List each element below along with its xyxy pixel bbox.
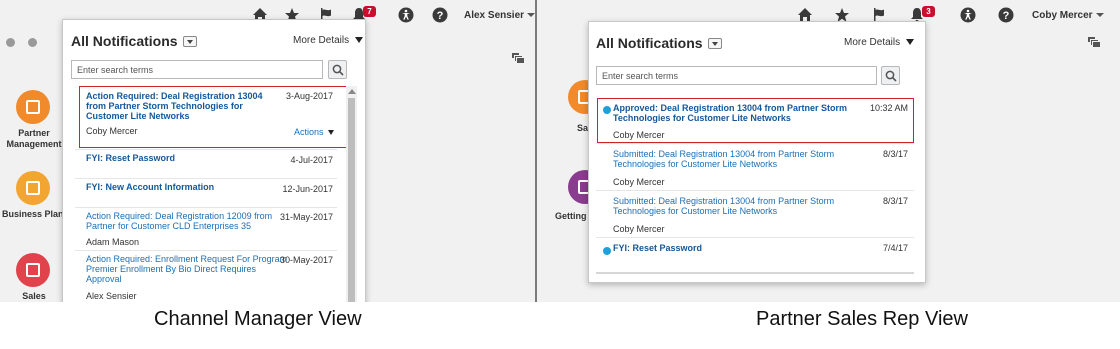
notification-title[interactable]: Action Required: Deal Registration 12009… [86, 211, 276, 231]
search-input[interactable] [596, 66, 877, 85]
caption-partner-sales-rep: Partner Sales Rep View [756, 308, 968, 330]
notification-sender: Coby Mercer [613, 177, 665, 187]
scroll-up-icon[interactable] [348, 89, 356, 94]
app-business-plans-icon[interactable] [16, 171, 50, 205]
accessibility-icon[interactable] [960, 7, 976, 23]
scroll-thumb[interactable] [348, 98, 355, 302]
tiles-icon[interactable] [1087, 36, 1101, 48]
user-menu[interactable]: Coby Mercer [1032, 10, 1104, 21]
more-details-menu[interactable]: More Details [293, 35, 364, 46]
notification-count-badge: 7 [363, 6, 376, 17]
notification-count-badge: 3 [922, 6, 935, 17]
unread-indicator [603, 247, 611, 255]
app-sales-label[interactable]: Sa [577, 123, 588, 134]
svg-text:?: ? [1003, 10, 1010, 22]
search-button[interactable] [881, 66, 900, 85]
search-icon [885, 70, 897, 82]
notification-title[interactable]: FYI: New Account Information [86, 182, 266, 192]
app-partner-management-label[interactable]: Partner Management [4, 128, 64, 150]
scrollbar[interactable] [346, 86, 357, 302]
chevron-down-icon [355, 37, 364, 44]
svg-text:?: ? [437, 10, 444, 22]
notification-sender: Adam Mason [86, 237, 140, 247]
app-sales-icon[interactable] [16, 253, 50, 287]
user-name: Coby Mercer [1032, 10, 1093, 21]
search-button[interactable] [328, 60, 347, 79]
chevron-down-icon [527, 13, 535, 18]
caption-channel-manager: Channel Manager View [154, 308, 362, 330]
notification-item[interactable]: FYI: New Account Information 12-Jun-2017 [75, 179, 337, 208]
notification-date: 4-Jul-2017 [290, 155, 333, 165]
notification-date: 8/3/17 [882, 149, 908, 159]
app-getting-started-label[interactable]: Getting [555, 211, 587, 222]
notification-date: 7/4/17 [882, 243, 908, 253]
app-partner-management-icon[interactable] [16, 90, 50, 124]
notification-title[interactable]: Submitted: Deal Registration 13004 from … [613, 149, 838, 169]
chevron-down-icon [906, 39, 915, 46]
notification-title[interactable]: FYI: Reset Password [613, 243, 813, 253]
help-icon[interactable]: ? [998, 7, 1014, 23]
notification-item[interactable]: Action Required: Enrollment Request For … [75, 251, 337, 302]
help-icon[interactable]: ? [432, 7, 448, 23]
notification-date: 31-May-2017 [279, 212, 333, 222]
tiles-icon[interactable] [511, 52, 525, 64]
highlight-box [597, 98, 914, 143]
user-menu[interactable]: Alex Sensier [464, 10, 535, 21]
page-indicator-dots[interactable] [6, 34, 50, 52]
notification-sender: Coby Mercer [613, 224, 665, 234]
view-dropdown-button[interactable] [182, 35, 197, 47]
chevron-down-icon [1095, 13, 1104, 18]
partner-sales-rep-view: 3 ? Coby Mercer Sa Getting All Notificat… [537, 0, 1120, 302]
highlight-box [79, 86, 354, 148]
search-icon [332, 64, 344, 76]
channel-manager-view: 7 ? Alex Sensier Partner Management Busin… [0, 0, 535, 302]
notification-date: 8/3/17 [882, 196, 908, 206]
app-sales-label[interactable]: Sales [14, 291, 54, 302]
notification-item[interactable]: Submitted: Deal Registration 13004 from … [596, 191, 914, 238]
panel-bottom-rule [596, 272, 914, 274]
notification-date: 12-Jun-2017 [282, 184, 333, 194]
notification-item[interactable]: Submitted: Deal Registration 13004 from … [596, 144, 914, 191]
search-input[interactable] [71, 60, 323, 79]
user-name: Alex Sensier [464, 10, 525, 21]
more-details-menu[interactable]: More Details [844, 37, 915, 48]
notification-date: 30-May-2017 [279, 255, 333, 265]
view-dropdown-button[interactable] [707, 37, 722, 49]
notification-title[interactable]: FYI: Reset Password [86, 153, 266, 163]
notification-sender: Alex Sensier [86, 291, 137, 301]
notifications-panel: All Notifications More Details Action Re… [62, 19, 366, 302]
notification-item[interactable]: FYI: Reset Password 7/4/17 [596, 238, 914, 266]
app-business-plans-label[interactable]: Business Plans [2, 209, 69, 220]
notification-item[interactable]: Action Required: Deal Registration 12009… [75, 208, 337, 251]
accessibility-icon[interactable] [398, 7, 414, 23]
notification-item[interactable]: FYI: Reset Password 4-Jul-2017 [75, 150, 337, 179]
panel-title: All Notifications [596, 35, 722, 51]
notification-title[interactable]: Action Required: Enrollment Request For … [86, 254, 291, 284]
panel-title: All Notifications [71, 33, 197, 49]
notification-title[interactable]: Submitted: Deal Registration 13004 from … [613, 196, 838, 216]
notifications-panel: All Notifications More Details Approved:… [588, 21, 926, 283]
